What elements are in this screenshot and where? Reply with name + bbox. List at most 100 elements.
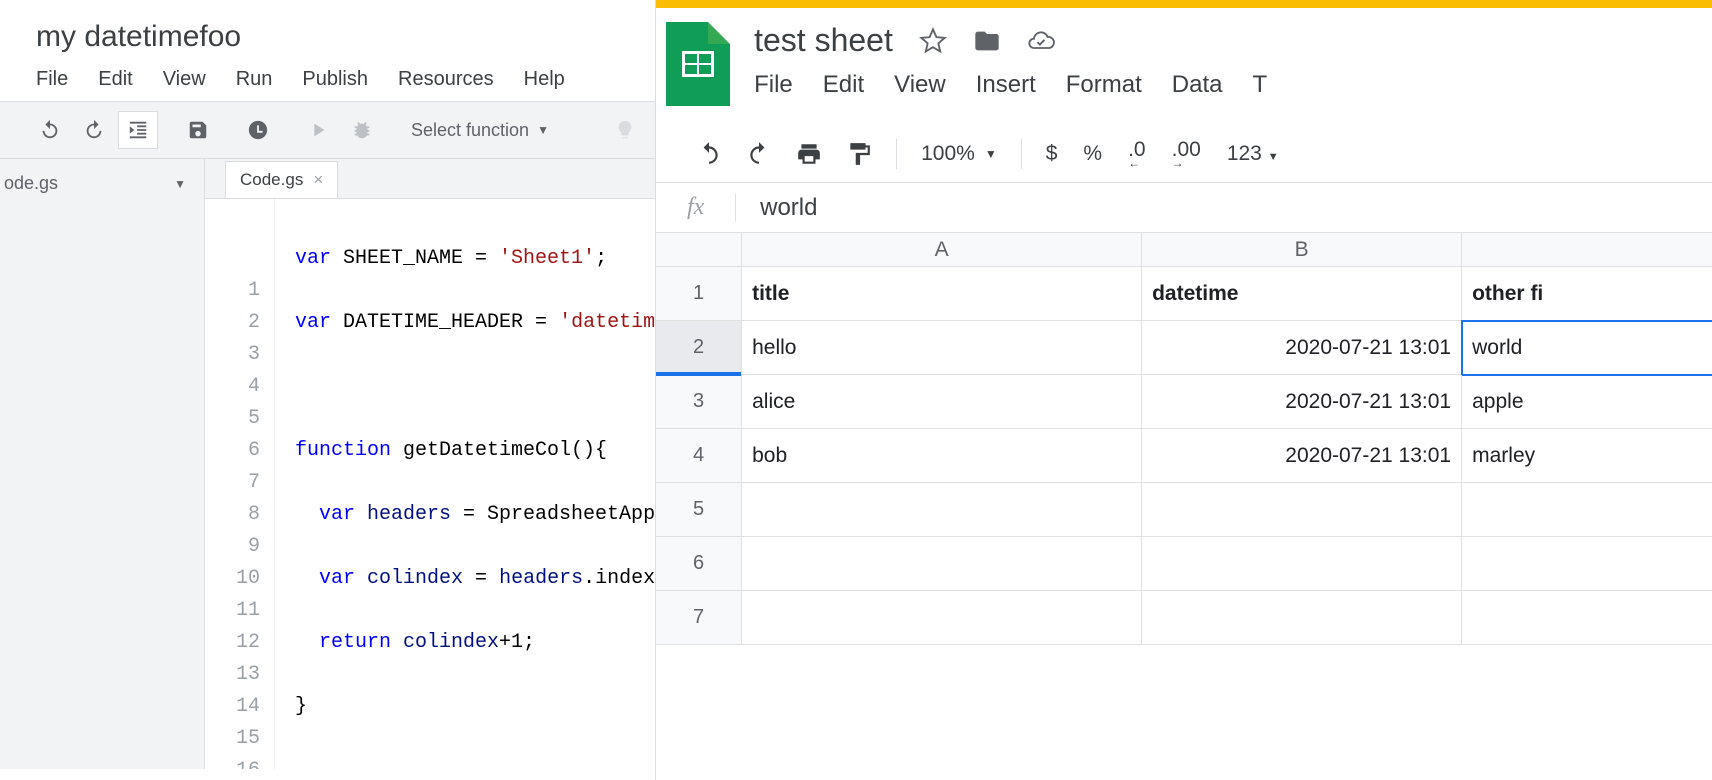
caret-down-icon: ▼ (537, 123, 549, 137)
sheets-header: test sheet File Edit View Insert Format … (656, 8, 1712, 106)
spreadsheet-grid[interactable]: A B 1 title datetime other fi 2 hello 20… (656, 233, 1712, 645)
row-header[interactable]: 2 (656, 321, 742, 375)
row-header[interactable]: 1 (656, 267, 742, 321)
caret-down-icon: ▼ (985, 147, 997, 161)
row-header[interactable]: 6 (656, 537, 742, 591)
doc-title[interactable]: test sheet (754, 22, 893, 59)
row-header[interactable]: 4 (656, 429, 742, 483)
increase-decimals-button[interactable]: .00→ (1172, 138, 1201, 170)
active-cell[interactable]: world (1462, 321, 1712, 375)
menu-edit[interactable]: Edit (823, 71, 864, 99)
print-icon[interactable] (796, 141, 822, 167)
select-all-corner[interactable] (656, 233, 742, 267)
divider (1021, 139, 1022, 169)
more-formats-dropdown[interactable]: 123 ▼ (1227, 142, 1279, 166)
caret-down-icon: ▼ (174, 177, 186, 191)
menu-resources[interactable]: Resources (398, 68, 494, 91)
zoom-value: 100% (921, 142, 975, 166)
code-area: Code.gs × 12345678910111213141516 var SH… (205, 159, 655, 769)
file-item[interactable]: ode.gs ▼ (0, 159, 204, 208)
formula-bar: fx world (656, 183, 1712, 233)
triggers-button[interactable] (238, 111, 278, 149)
cell[interactable]: alice (742, 375, 1142, 429)
row-header[interactable]: 3 (656, 375, 742, 429)
lightbulb-icon[interactable] (605, 111, 645, 149)
yellow-bar (656, 0, 1712, 8)
menu-publish[interactable]: Publish (302, 68, 368, 91)
cloud-saved-icon[interactable] (1027, 27, 1055, 55)
cell[interactable] (1462, 591, 1712, 645)
cell[interactable]: other fi (1462, 267, 1712, 321)
fx-icon[interactable]: fx (656, 194, 736, 221)
close-icon[interactable]: × (313, 170, 323, 190)
editor-body: ode.gs ▼ Code.gs × 123456789101112131415… (0, 159, 655, 769)
cell[interactable]: 2020-07-21 13:01 (1142, 321, 1462, 375)
menu-edit[interactable]: Edit (98, 68, 132, 91)
file-list-sidebar: ode.gs ▼ (0, 159, 205, 769)
menu-data[interactable]: Data (1172, 71, 1223, 99)
file-name: ode.gs (4, 173, 58, 194)
select-function-label: Select function (411, 120, 529, 141)
cell[interactable] (1462, 537, 1712, 591)
formula-input[interactable]: world (736, 194, 817, 222)
debug-button[interactable] (342, 111, 382, 149)
star-icon[interactable] (919, 27, 947, 55)
cell[interactable] (1462, 483, 1712, 537)
code-editor[interactable]: 12345678910111213141516 var SHEET_NAME =… (205, 199, 655, 769)
redo-icon[interactable] (746, 141, 772, 167)
cell[interactable]: hello (742, 321, 1142, 375)
editor-toolbar: Select function ▼ (0, 101, 655, 159)
col-header-b[interactable]: B (1142, 233, 1462, 267)
menu-t[interactable]: T (1252, 71, 1267, 99)
redo-button[interactable] (74, 111, 114, 149)
cell[interactable]: marley (1462, 429, 1712, 483)
apps-script-editor: my datetimefoo File Edit View Run Publis… (0, 0, 656, 780)
cell[interactable] (1142, 483, 1462, 537)
cell[interactable] (742, 483, 1142, 537)
code-tab[interactable]: Code.gs × (225, 161, 338, 198)
cell[interactable] (1142, 537, 1462, 591)
line-gutter: 12345678910111213141516 (205, 199, 275, 769)
save-button[interactable] (178, 111, 218, 149)
menu-help[interactable]: Help (524, 68, 565, 91)
undo-icon[interactable] (696, 141, 722, 167)
divider (896, 139, 897, 169)
cell[interactable]: datetime (1142, 267, 1462, 321)
col-header-c[interactable] (1462, 233, 1712, 267)
menu-file[interactable]: File (754, 71, 793, 99)
menu-view[interactable]: View (894, 71, 946, 99)
currency-button[interactable]: $ (1046, 142, 1058, 166)
editor-menu-bar: File Edit View Run Publish Resources Hel… (0, 62, 655, 101)
move-icon[interactable] (973, 27, 1001, 55)
cell[interactable]: apple (1462, 375, 1712, 429)
project-title[interactable]: my datetimefoo (0, 0, 655, 62)
cell[interactable]: bob (742, 429, 1142, 483)
menu-format[interactable]: Format (1066, 71, 1142, 99)
cell[interactable] (742, 591, 1142, 645)
run-button[interactable] (298, 111, 338, 149)
cell[interactable]: title (742, 267, 1142, 321)
sheets-logo-icon[interactable] (666, 22, 730, 106)
google-sheets: test sheet File Edit View Insert Format … (656, 0, 1712, 780)
row-header[interactable]: 5 (656, 483, 742, 537)
menu-insert[interactable]: Insert (976, 71, 1036, 99)
menu-file[interactable]: File (36, 68, 68, 91)
zoom-dropdown[interactable]: 100% ▼ (921, 142, 997, 166)
menu-run[interactable]: Run (236, 68, 273, 91)
cell[interactable] (1142, 591, 1462, 645)
code-tab-label: Code.gs (240, 170, 303, 190)
select-function-dropdown[interactable]: Select function ▼ (396, 113, 564, 148)
menu-view[interactable]: View (163, 68, 206, 91)
cell[interactable] (742, 537, 1142, 591)
cell[interactable]: 2020-07-21 13:01 (1142, 429, 1462, 483)
code-content[interactable]: var SHEET_NAME = 'Sheet1'; var DATETIME_… (275, 199, 655, 769)
paint-format-icon[interactable] (846, 141, 872, 167)
col-header-a[interactable]: A (742, 233, 1142, 267)
indent-button[interactable] (118, 111, 158, 149)
percent-button[interactable]: % (1083, 142, 1102, 166)
undo-button[interactable] (30, 111, 70, 149)
decrease-decimals-button[interactable]: .0← (1128, 138, 1146, 170)
row-header[interactable]: 7 (656, 591, 742, 645)
sheets-toolbar: 100% ▼ $ % .0← .00→ 123 ▼ (656, 126, 1712, 183)
cell[interactable]: 2020-07-21 13:01 (1142, 375, 1462, 429)
